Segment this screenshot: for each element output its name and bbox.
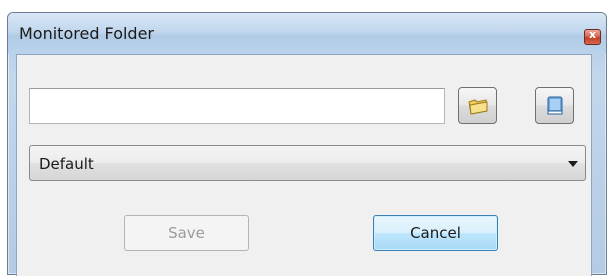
cancel-button[interactable]: Cancel <box>373 215 498 251</box>
save-button[interactable]: Save <box>124 215 249 251</box>
chevron-down-icon[interactable] <box>568 161 578 167</box>
dialog-window: Monitored Folder x <box>7 12 607 276</box>
close-button[interactable]: x <box>584 28 601 45</box>
folder-path-input[interactable] <box>29 88 445 124</box>
folder-icon <box>468 99 488 115</box>
close-icon: x <box>588 28 597 41</box>
profile-dropdown[interactable]: Default <box>29 145 586 181</box>
book-icon <box>547 96 563 115</box>
title-bar[interactable]: Monitored Folder x <box>8 13 606 54</box>
dropdown-selected-value: Default <box>39 155 94 173</box>
window-title: Monitored Folder <box>19 24 154 43</box>
book-button[interactable] <box>535 87 574 124</box>
browse-folder-button[interactable] <box>458 87 497 124</box>
